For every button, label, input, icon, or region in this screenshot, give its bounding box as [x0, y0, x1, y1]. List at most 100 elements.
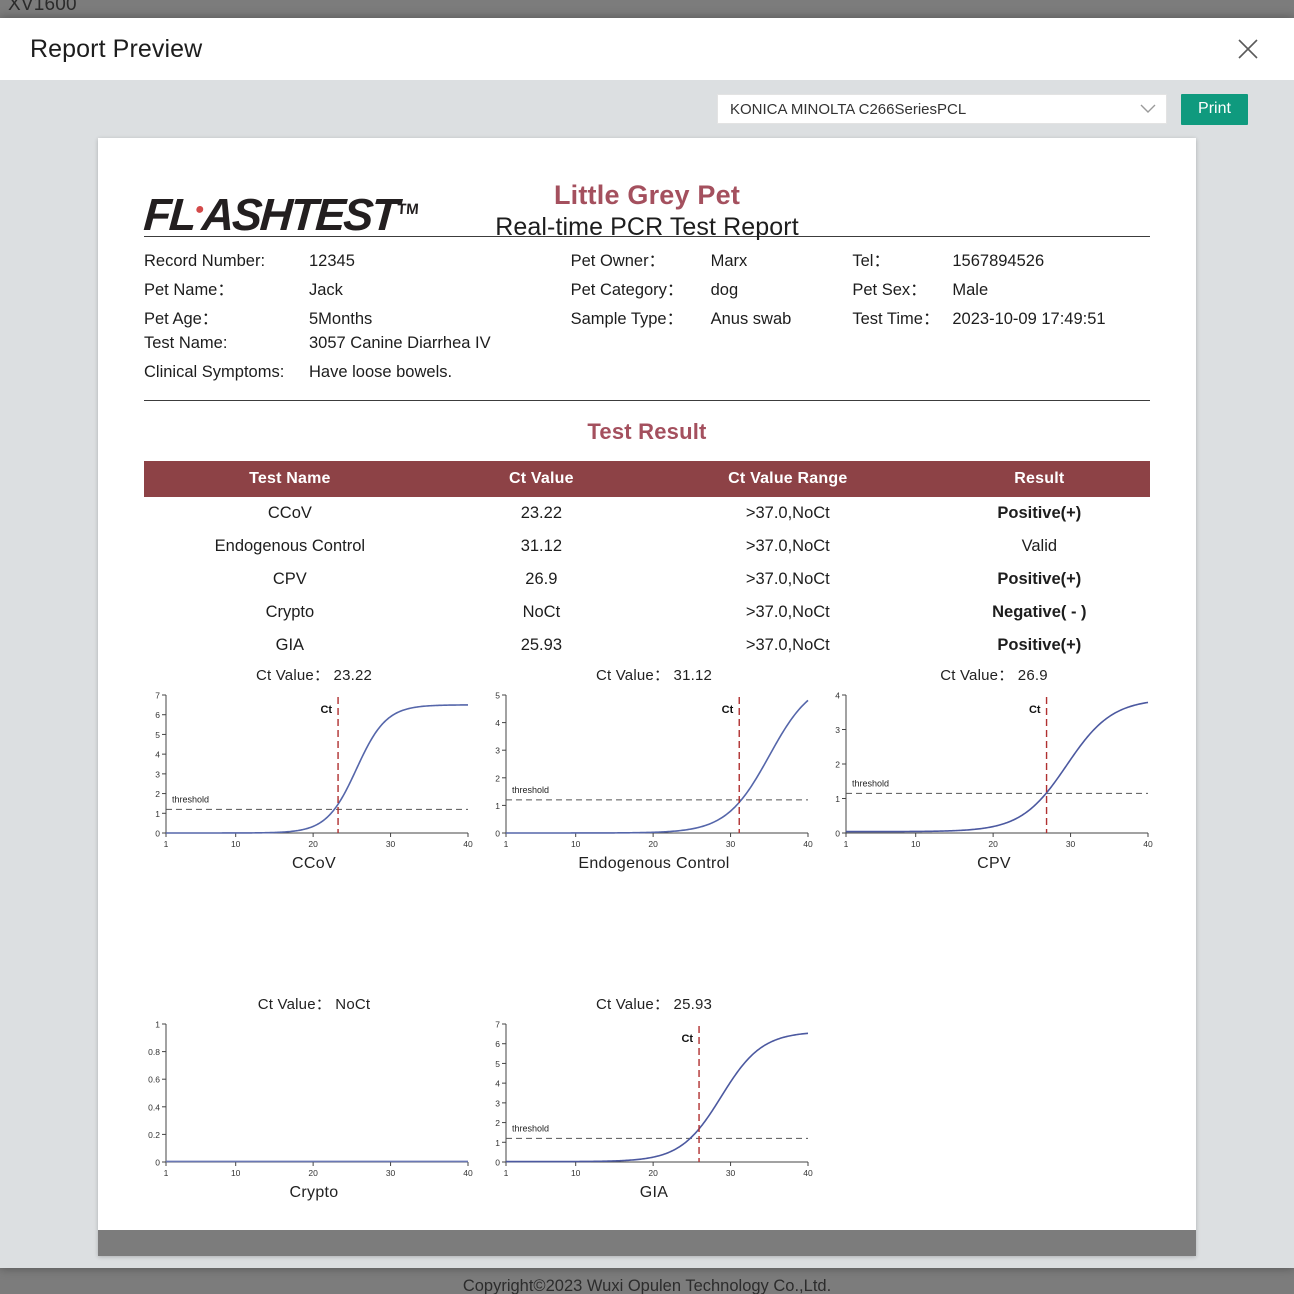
- info-value: Anus swab: [710, 310, 792, 328]
- svg-text:0.2: 0.2: [148, 1130, 160, 1140]
- paper-area: FL●ASHTESTTM Little Grey Pet Real-time P…: [0, 138, 1294, 1268]
- info-row: Clinical Symptoms: Have loose bowels.: [144, 363, 1150, 392]
- svg-text:1: 1: [164, 1168, 169, 1178]
- info-label: Test Name:: [144, 334, 228, 352]
- info-value: 2023-10-09 17:49:51: [952, 310, 1106, 328]
- report-header: FL●ASHTESTTM Little Grey Pet Real-time P…: [98, 138, 1196, 241]
- chart-plot-crypto: 0 0.2 0.4 0.6 0.8 1 1 10 20 30 40: [148, 1020, 473, 1179]
- amplification-charts-grid: Ct Value： 23.22 0 1 2 3 4 5 6 7 1 10 20 30 40 threshol…: [98, 662, 1196, 1202]
- chart-ccov: Ct Value： 23.22 0 1 2 3 4 5 6 7 1 10 20 30 40 threshol…: [144, 664, 484, 873]
- svg-text:1: 1: [495, 1138, 500, 1148]
- svg-text:1: 1: [504, 839, 509, 849]
- cell-ct-range: >37.0,NoCt: [745, 537, 830, 555]
- info-value: Male: [952, 281, 989, 299]
- info-row: Pet Age： 5Months Sample Type： Anus swab …: [144, 305, 1150, 334]
- chart-title-gia: Ct Value： 25.93: [595, 996, 713, 1013]
- svg-text:40: 40: [803, 1168, 813, 1178]
- svg-text:30: 30: [1066, 839, 1076, 849]
- printer-select[interactable]: KONICA MINOLTA C266SeriesPCL: [717, 94, 1167, 124]
- close-icon[interactable]: [1226, 27, 1270, 71]
- info-label: Sample Type：: [570, 310, 684, 328]
- svg-text:2: 2: [155, 789, 160, 799]
- svg-text:0.6: 0.6: [148, 1075, 160, 1085]
- cell-result: Positive(+): [997, 636, 1082, 654]
- svg-text:1: 1: [155, 1020, 160, 1030]
- logo-part-3: TEST: [288, 189, 399, 240]
- table-row: Endogenous Control 31.12 >37.0,NoCt Valid: [144, 530, 1150, 563]
- cell-ct-range: >37.0,NoCt: [745, 504, 830, 522]
- svg-text:1: 1: [495, 801, 500, 811]
- svg-text:1: 1: [504, 1168, 509, 1178]
- svg-text:6: 6: [495, 1039, 500, 1049]
- svg-text:10: 10: [571, 1168, 581, 1178]
- column-header-test-name: Test Name: [144, 461, 436, 497]
- info-label: Test Time：: [852, 310, 940, 328]
- svg-text:threshold: threshold: [512, 1123, 549, 1133]
- chart-plot-ccov: 012345671 10 20 30 40thresholdCt: [155, 691, 473, 850]
- svg-text:5: 5: [495, 691, 500, 701]
- info-value: Have loose bowels.: [309, 363, 453, 381]
- svg-text:0.8: 0.8: [148, 1047, 160, 1057]
- chart-gia: Ct Value： 25.93 0 1 2 3 4 5 6 7 1 10 20 30 40 threshol…: [484, 993, 824, 1202]
- svg-text:2: 2: [495, 773, 500, 783]
- info-value: 12345: [309, 252, 355, 270]
- info-value: Marx: [710, 252, 748, 270]
- svg-text:3: 3: [835, 725, 840, 735]
- info-value: 3057 Canine Diarrhea IV: [309, 334, 491, 352]
- info-field-test-time: Test Time： 2023-10-09 17:49:51: [852, 305, 1150, 329]
- cell-ct-value: 31.12: [520, 537, 562, 555]
- chart-endogenous-control: Ct Value： 31.12 0 1 2 3 4 5 1 10 20 30 40 threshold C…: [484, 664, 824, 873]
- info-value: 5Months: [309, 310, 373, 328]
- svg-text:3: 3: [155, 769, 160, 779]
- svg-text:threshold: threshold: [512, 785, 549, 795]
- test-result-table: Test Name Ct Value Ct Value Range Result…: [144, 461, 1150, 662]
- info-field-clinical-symptoms: Clinical Symptoms: Have loose bowels.: [144, 363, 574, 382]
- svg-text:5: 5: [495, 1059, 500, 1069]
- svg-text:0: 0: [155, 829, 160, 839]
- svg-text:2: 2: [835, 760, 840, 770]
- svg-text:10: 10: [571, 839, 581, 849]
- cell-ct-value: NoCt: [522, 603, 561, 621]
- info-label: Clinical Symptoms:: [144, 363, 285, 381]
- chart-xlabel-crypto: Crypto: [289, 1184, 339, 1201]
- svg-text:Ct: Ct: [320, 704, 332, 716]
- info-label: Pet Category：: [570, 281, 684, 299]
- svg-text:4: 4: [495, 718, 500, 728]
- info-field-pet-sex: Pet Sex： Male: [852, 276, 1150, 300]
- svg-text:30: 30: [726, 839, 736, 849]
- svg-text:30: 30: [386, 1168, 396, 1178]
- svg-text:Ct: Ct: [722, 704, 734, 716]
- table-row: CCoV 23.22 >37.0,NoCt Positive(+): [144, 497, 1150, 530]
- cell-ct-value: 23.22: [520, 504, 562, 522]
- cell-test-name: CCoV: [267, 504, 312, 522]
- svg-text:7: 7: [155, 691, 160, 701]
- chart-xlabel-cpv: CPV: [977, 855, 1011, 872]
- info-row: Pet Name： Jack Pet Category： dog Pet Sex…: [144, 276, 1150, 305]
- info-label: Pet Owner：: [570, 252, 666, 270]
- svg-text:7: 7: [495, 1020, 500, 1030]
- svg-text:10: 10: [911, 839, 921, 849]
- cell-ct-value: 26.9: [525, 570, 558, 588]
- info-label: Pet Name：: [144, 281, 234, 299]
- svg-text:10: 10: [231, 839, 241, 849]
- copyright-footer: Copyright©2023 Wuxi Opulen Technology Co…: [462, 1277, 832, 1294]
- svg-text:20: 20: [648, 839, 658, 849]
- svg-text:40: 40: [463, 1168, 473, 1178]
- printer-select-value: KONICA MINOLTA C266SeriesPCL: [730, 100, 967, 118]
- print-button[interactable]: Print: [1181, 93, 1248, 125]
- chart-cpv: Ct Value： 26.9 0 1 2 3 4 1 10 20 30 40 threshold Ct C…: [824, 664, 1164, 873]
- svg-text:20: 20: [988, 839, 998, 849]
- chart-title-ccov: Ct Value： 23.22: [255, 667, 373, 684]
- svg-text:20: 20: [308, 839, 318, 849]
- cell-ct-range: >37.0,NoCt: [745, 570, 830, 588]
- cell-test-name: GIA: [275, 636, 305, 654]
- column-header-result: Result: [928, 461, 1150, 497]
- svg-text:40: 40: [803, 839, 813, 849]
- info-field-pet-owner: Pet Owner： Marx: [571, 247, 853, 271]
- cell-test-name: Crypto: [265, 603, 315, 621]
- chevron-down-icon: [1140, 103, 1156, 116]
- svg-text:0: 0: [835, 829, 840, 839]
- flashtest-logo: FL●ASHTESTTM: [142, 189, 420, 240]
- svg-text:4: 4: [835, 691, 840, 701]
- chart-title-cpv: Ct Value： 26.9: [940, 667, 1048, 684]
